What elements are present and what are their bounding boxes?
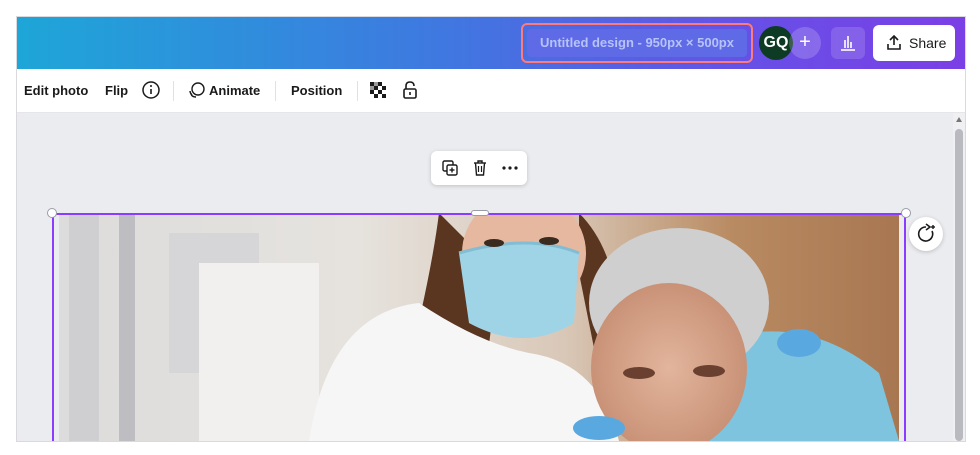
insights-button[interactable]	[831, 27, 865, 59]
toolbar-divider	[173, 81, 174, 101]
share-button[interactable]: Share	[873, 25, 955, 61]
toolbar-divider	[357, 81, 358, 101]
duplicate-icon[interactable]	[441, 159, 459, 177]
selection-frame	[52, 213, 906, 441]
bar-chart-icon	[841, 36, 855, 51]
position-button[interactable]: Position	[291, 69, 342, 112]
add-collaborator-button[interactable]: +	[789, 27, 821, 59]
element-floating-toolbar	[431, 151, 527, 185]
edit-photo-button[interactable]: Edit photo	[24, 69, 88, 112]
share-upload-icon	[887, 34, 901, 50]
vertical-scrollbar[interactable]	[953, 113, 965, 441]
animate-icon	[189, 82, 205, 98]
toolbar-divider	[275, 81, 276, 101]
more-icon[interactable]	[501, 159, 519, 177]
user-avatar[interactable]: GQ	[759, 26, 793, 60]
transparency-icon[interactable]	[368, 80, 388, 100]
resize-handle-top[interactable]	[471, 210, 489, 216]
context-toolbar: Edit photo Flip Animate Position	[17, 69, 965, 113]
top-header: Untitled design - 950px × 500px GQ + Sha…	[17, 17, 965, 69]
animate-button[interactable]: Animate	[209, 69, 260, 112]
lock-icon[interactable]	[400, 80, 420, 100]
design-title-field[interactable]: Untitled design - 950px × 500px	[521, 23, 753, 63]
rotate-icon	[917, 223, 935, 242]
resize-handle-top-left[interactable]	[47, 208, 57, 218]
scroll-thumb[interactable]	[955, 129, 963, 441]
scroll-up-icon[interactable]	[956, 117, 962, 122]
flip-button[interactable]: Flip	[105, 69, 128, 112]
info-icon[interactable]	[141, 80, 161, 100]
delete-icon[interactable]	[471, 159, 489, 177]
design-title[interactable]: Untitled design - 950px × 500px	[527, 29, 747, 57]
share-label: Share	[909, 35, 947, 51]
editor-window: Untitled design - 950px × 500px GQ + Sha…	[16, 16, 966, 442]
rotate-button[interactable]	[909, 217, 943, 251]
